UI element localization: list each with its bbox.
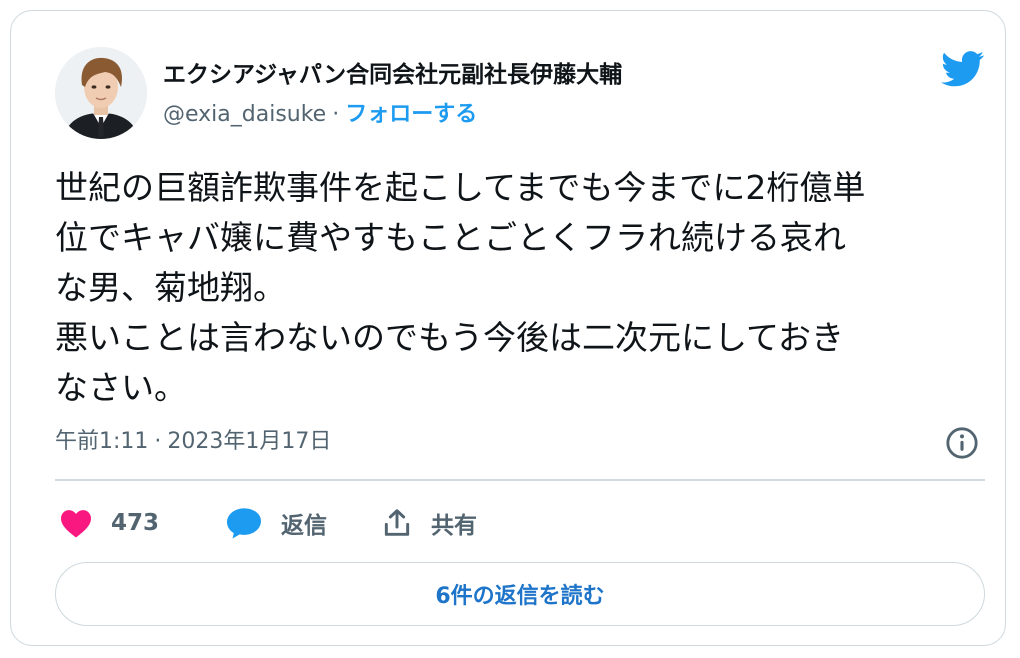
tweet-timestamp[interactable]: 午前1:11 · 2023年1月17日 [55,423,331,455]
separator: · [332,102,340,127]
speech-bubble-icon [227,508,261,539]
tweet-card[interactable]: エクシアジャパン合同会社元副社長伊藤大輔 @exia_daisuke · フォローす… [10,10,1006,646]
reply-label: 返信 [281,513,327,539]
reply-button[interactable]: 返信 [225,503,327,543]
share-upload-icon [384,509,410,536]
author-handle[interactable]: @exia_daisuke [163,102,326,127]
avatar[interactable] [55,47,147,139]
tweet-time: 午前1:11 [55,429,149,454]
share-label: 共有 [431,513,477,539]
avatar-image [55,47,147,139]
heart-icon [61,510,91,538]
tweet-text: 世紀の巨額詐欺事件を起こしてまでも今までに2桁億単 位でキャバ嬢に費やすもことご… [55,168,866,407]
twitter-bird-icon[interactable] [941,51,985,87]
follow-link[interactable]: フォローする [345,102,477,127]
tweet-date: 2023年1月17日 [167,429,332,454]
author-handle-row: @exia_daisuke · フォローする [163,96,477,128]
share-button[interactable]: 共有 [381,503,477,543]
info-icon[interactable] [945,426,979,460]
like-button[interactable]: 473 [59,503,159,543]
separator: · [154,429,162,454]
author-display-name[interactable]: エクシアジャパン合同会社元副社長伊藤大輔 [163,55,622,89]
like-count: 473 [111,510,160,536]
divider [55,479,985,481]
read-replies-button[interactable]: 6件の返信を読む [55,562,985,626]
